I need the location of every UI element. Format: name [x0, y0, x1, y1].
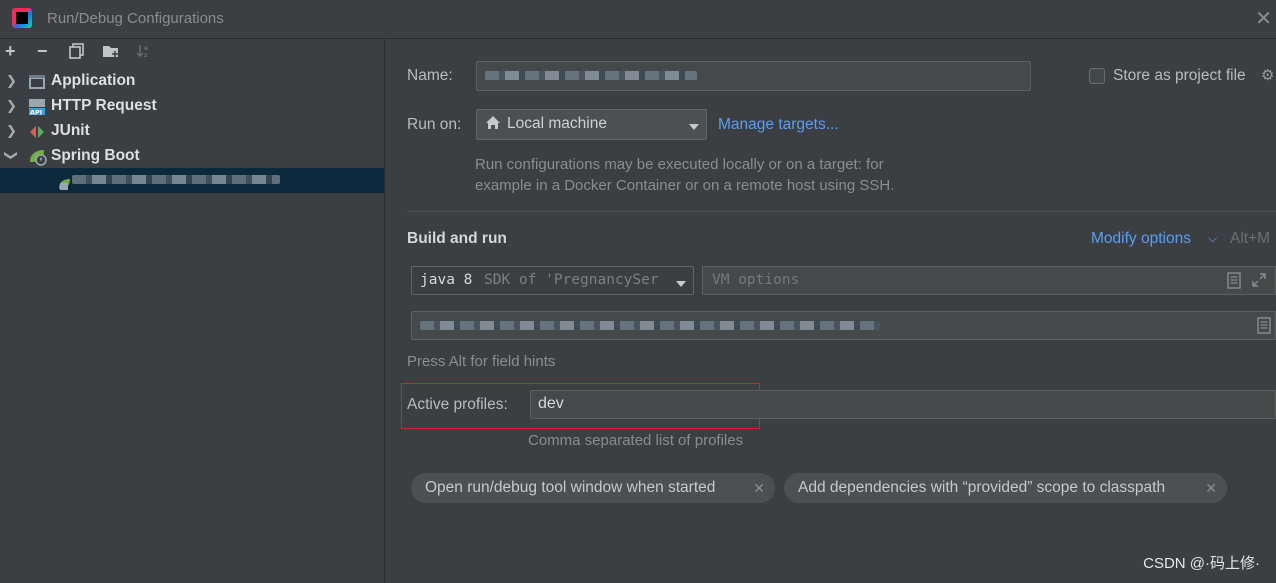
run-on-value: Local machine [507, 115, 607, 132]
tree-item-label: JUnit [51, 122, 90, 139]
copy-icon[interactable] [69, 43, 85, 63]
spring-boot-icon [28, 148, 47, 166]
tree-item-application[interactable]: ❯ Application [0, 68, 384, 93]
configurations-sidebar: + − az ❯ Application ❯ API HTTP Request [0, 39, 385, 583]
svg-text:a: a [144, 45, 148, 52]
vm-options-field[interactable]: VM options [702, 266, 1276, 295]
intellij-logo-icon [12, 8, 32, 28]
blurred-main-class [420, 321, 880, 330]
new-folder-icon[interactable] [102, 43, 120, 63]
dropdown-arrow-icon [688, 119, 700, 136]
add-icon[interactable]: + [5, 41, 16, 61]
active-profiles-value: dev [538, 395, 564, 412]
field-hints-text: Press Alt for field hints [407, 353, 556, 370]
name-label: Name: [407, 67, 453, 84]
chevron-down-icon[interactable]: ❯ [0, 150, 24, 161]
profiles-hint: Comma separated list of profiles [528, 432, 744, 449]
tree-item-spring-boot[interactable]: ❯ Spring Boot [0, 143, 384, 168]
maximize-icon[interactable] [1251, 272, 1267, 292]
remove-chip-icon[interactable]: ✕ [753, 473, 765, 503]
store-as-project-file-label: Store as project file [1113, 67, 1246, 84]
active-profiles-label: Active profiles: [407, 396, 508, 413]
modify-options-link[interactable]: Modify options [1091, 230, 1191, 248]
sdk-detail: SDK of 'PregnancySer [484, 272, 659, 288]
sort-icon[interactable]: az [136, 43, 152, 65]
chevron-right-icon[interactable]: ❯ [6, 68, 17, 93]
title-bar: Run/Debug Configurations ✕ [0, 0, 1276, 39]
section-divider [407, 211, 1276, 212]
run-on-hint-line-1: Run configurations may be executed local… [475, 156, 884, 173]
build-and-run-heading: Build and run [407, 230, 507, 247]
close-icon[interactable]: ✕ [1255, 6, 1272, 31]
browse-class-icon[interactable] [1257, 317, 1271, 338]
tree-item-http-request[interactable]: ❯ API HTTP Request [0, 93, 384, 118]
chip-open-run-debug-window[interactable]: Open run/debug tool window when started … [411, 473, 775, 503]
remove-icon[interactable]: − [37, 41, 48, 61]
modify-options-shortcut: Alt+M [1230, 230, 1271, 247]
chip-label: Open run/debug tool window when started [425, 479, 716, 496]
sdk-name: java 8 [420, 272, 473, 288]
store-as-project-file-checkbox[interactable] [1089, 68, 1105, 84]
vm-options-placeholder: VM options [712, 272, 800, 288]
chip-add-provided-dependencies[interactable]: Add dependencies with “provided” scope t… [784, 473, 1227, 503]
blurred-name-value [485, 71, 697, 80]
main-class-field[interactable] [411, 311, 1276, 340]
run-on-hint-line-2: example in a Docker Container or on a re… [475, 177, 895, 194]
remove-chip-icon[interactable]: ✕ [1205, 473, 1217, 503]
home-icon [485, 115, 501, 135]
http-request-icon: API [28, 98, 46, 117]
manage-targets-link[interactable]: Manage targets... [718, 116, 839, 134]
tree-item-label: Spring Boot [51, 147, 140, 164]
name-field[interactable] [476, 61, 1031, 91]
application-icon [28, 73, 46, 89]
csdn-watermark: CSDN @·码上修· [1143, 555, 1260, 572]
window-title: Run/Debug Configurations [47, 10, 224, 27]
tree-item-label: HTTP Request [51, 97, 157, 114]
configuration-editor: Name: Store as project file ⚙ Run on: Lo… [385, 39, 1276, 583]
chevron-right-icon[interactable]: ❯ [6, 93, 17, 118]
svg-text:API: API [30, 109, 42, 117]
run-on-label: Run on: [407, 116, 462, 133]
active-profiles-field[interactable]: dev [530, 390, 1276, 419]
svg-text:z: z [144, 52, 148, 59]
gear-icon[interactable]: ⚙ [1261, 66, 1274, 84]
dropdown-arrow-icon [675, 276, 687, 293]
expand-field-icon[interactable] [1227, 272, 1241, 293]
tree-item-selected-configuration[interactable] [0, 168, 384, 193]
sidebar-toolbar: + − az [0, 39, 384, 65]
run-on-dropdown[interactable]: Local machine [476, 109, 707, 140]
chevron-down-icon[interactable]: ⌵ [1208, 231, 1217, 246]
tree-item-junit[interactable]: ❯ JUnit [0, 118, 384, 143]
configurations-tree: ❯ Application ❯ API HTTP Request ❯ JUnit… [0, 68, 384, 193]
blurred-configuration-name [72, 175, 280, 184]
chevron-right-icon[interactable]: ❯ [6, 118, 17, 143]
junit-icon [28, 123, 46, 139]
chip-label: Add dependencies with “provided” scope t… [798, 479, 1166, 496]
tree-item-label: Application [51, 72, 136, 89]
jre-sdk-dropdown[interactable]: java 8 SDK of 'PregnancySer [411, 266, 694, 295]
